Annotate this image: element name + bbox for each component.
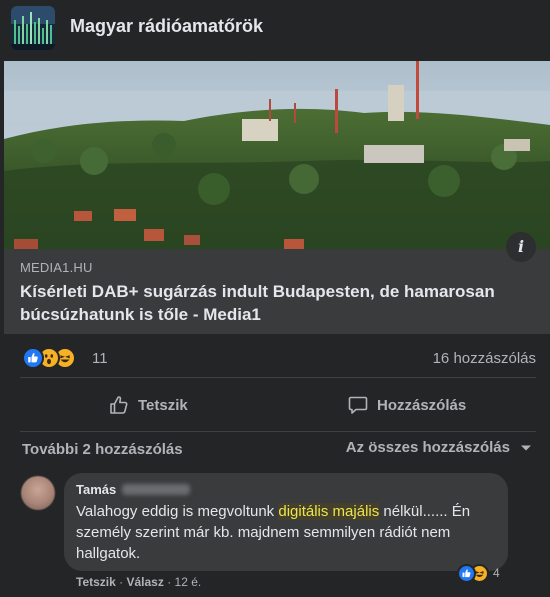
comment-text: Valahogy eddig is megvoltunk digitális m…	[76, 501, 496, 564]
comment-filter-label: Az összes hozzászólás	[345, 439, 510, 456]
comment-button-label: Hozzászólás	[377, 396, 467, 414]
reaction-count[interactable]: 11	[92, 350, 108, 367]
commenter-avatar[interactable]	[21, 476, 55, 510]
divider	[20, 431, 536, 432]
comment-filter-dropdown[interactable]: Az összes hozzászólás	[346, 439, 532, 456]
like-button-label: Tetszik	[138, 396, 188, 414]
highlighted-phrase[interactable]: digitális majális	[278, 503, 380, 520]
comment-author-row: Tamás	[76, 481, 496, 498]
thumbs-up-icon	[110, 396, 128, 414]
link-title[interactable]: Kísérleti DAB+ sugárzás indult Budapeste…	[20, 280, 530, 326]
comment-text-before: Valahogy eddig is megvoltunk	[76, 503, 279, 520]
group-avatar[interactable]	[11, 6, 55, 50]
post-header: Magyar rádióamatőrök	[0, 0, 550, 58]
comment-button[interactable]: Hozzászólás	[347, 386, 466, 424]
comment-reply-link[interactable]: Válasz	[126, 575, 163, 589]
comment-author[interactable]: Tamás	[76, 482, 116, 497]
caret-down-icon	[521, 445, 531, 450]
meta-separator: ·	[119, 575, 124, 589]
redacted-surname	[122, 484, 191, 495]
comment-like-link[interactable]: Tetszik	[76, 575, 116, 589]
info-icon[interactable]: i	[506, 232, 536, 262]
like-reaction-icon	[22, 347, 44, 369]
comment-bubble: Tamás Valahogy eddig is megvoltunk digit…	[64, 473, 508, 571]
comment-meta: Tetszik · Válasz · 12 é.	[76, 575, 201, 589]
link-domain: MEDIA1.HU	[20, 260, 93, 275]
view-more-comments-link[interactable]: További 2 hozzászólás	[22, 441, 183, 458]
meta-separator: ·	[167, 575, 172, 589]
like-button[interactable]: Tetszik	[108, 386, 188, 424]
comment-bubble-icon	[348, 396, 368, 414]
divider	[20, 377, 536, 378]
like-reaction-icon	[457, 564, 476, 583]
comment-reaction-count[interactable]: 4	[493, 566, 500, 580]
group-name[interactable]: Magyar rádióamatőrök	[70, 16, 263, 37]
link-preview-image[interactable]	[4, 61, 550, 249]
comment-count[interactable]: 16 hozzászólás	[433, 350, 536, 367]
comment-age[interactable]: 12 é.	[175, 575, 202, 589]
link-preview-card[interactable]: i MEDIA1.HU Kísérleti DAB+ sugárzás indu…	[4, 61, 550, 334]
